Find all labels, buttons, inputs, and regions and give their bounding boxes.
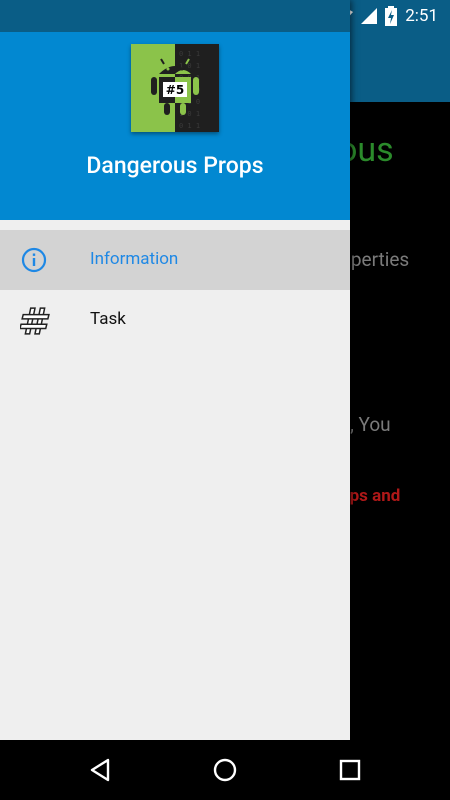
info-icon <box>21 247 47 273</box>
drawer-app-name: Dangerous Props <box>86 152 264 179</box>
back-icon[interactable] <box>86 756 114 784</box>
background-text-fragment-1: operties <box>340 248 410 271</box>
drawer-header: 0 1 11 0 1 0 0 11 1 0 0 1 01 0 1 0 1 1 #… <box>0 0 350 220</box>
hash-icon <box>20 307 50 335</box>
android-hash-logo-icon[interactable]: 0 1 11 0 1 0 0 11 1 0 0 1 01 0 1 0 1 1 #… <box>131 44 219 132</box>
signal-icon <box>361 8 378 24</box>
recents-icon[interactable] <box>336 756 364 784</box>
status-time: 2:51 <box>405 6 438 26</box>
battery-charging-icon <box>385 6 398 26</box>
system-navigation-bar <box>0 740 450 800</box>
drawer-menu: Information Task <box>0 230 350 350</box>
svg-text:0 1 1: 0 1 1 <box>179 122 200 130</box>
home-icon[interactable] <box>211 756 239 784</box>
drawer-item-information[interactable]: Information <box>0 230 350 290</box>
logo-hash-badge: #5 <box>166 83 184 97</box>
svg-text:0 1 1: 0 1 1 <box>179 50 200 58</box>
drawer-item-label-information: Information <box>90 249 179 269</box>
drawer-status-overlay <box>0 0 350 32</box>
navigation-drawer: 0 1 11 0 1 0 0 11 1 0 0 1 01 0 1 0 1 1 #… <box>0 0 350 740</box>
drawer-item-label-task: Task <box>90 309 126 329</box>
drawer-item-task[interactable]: Task <box>0 290 350 350</box>
